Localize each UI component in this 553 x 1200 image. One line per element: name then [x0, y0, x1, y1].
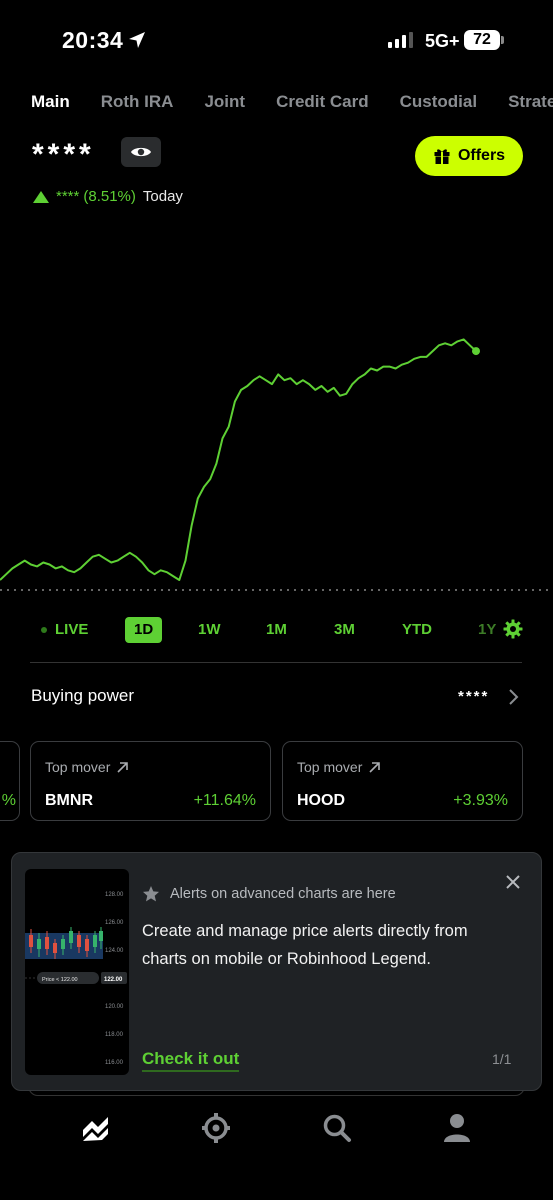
nav-investing[interactable] [76, 1108, 116, 1148]
banner-body: Create and manage price alerts directly … [142, 922, 468, 968]
change-amount: **** [56, 188, 80, 205]
battery-icon: 72 [464, 30, 500, 50]
alerts-promo-banner[interactable]: 128.00 126.00 124.00 120.00 118.00 116.0… [11, 852, 542, 1091]
range-live[interactable]: LIVE [55, 617, 88, 643]
close-icon[interactable] [504, 873, 522, 891]
gift-icon [434, 149, 450, 164]
tab-credit-card[interactable]: Credit Card [276, 92, 369, 112]
account-tabs: Main Roth IRA Joint Credit Card Custodia… [31, 92, 553, 112]
nav-search[interactable] [317, 1108, 357, 1148]
star-icon [143, 886, 159, 902]
tab-custodial[interactable]: Custodial [400, 92, 477, 112]
time-range-selector: LIVE 1D 1W 1M 3M YTD 1Y [0, 617, 553, 643]
battery-cap [501, 36, 504, 44]
change-period: Today [142, 188, 183, 205]
thumb-alert-price: 122.00 [104, 977, 123, 983]
advanced-chart-preview: 128.00 126.00 124.00 120.00 118.00 116.0… [25, 892, 129, 1066]
status-time: 20:34 [62, 27, 124, 53]
offers-label: Offers [457, 147, 506, 164]
arrow-up-right-icon [369, 761, 381, 773]
nav-crypto[interactable] [196, 1108, 236, 1148]
banner-heading-text: Alerts on advanced charts are here [170, 886, 396, 902]
portfolio-chart[interactable] [0, 280, 553, 600]
thumb-price-label: 128.00 [105, 892, 124, 898]
range-ytd[interactable]: YTD [402, 617, 432, 643]
mover-heading: Top mover [45, 759, 129, 775]
chevron-right-icon[interactable] [507, 688, 519, 706]
mover-change: +3.93% [453, 792, 508, 809]
mover-symbol: HOOD [297, 792, 345, 809]
location-arrow-icon [129, 32, 145, 48]
bottom-navigation [0, 1108, 553, 1158]
thumb-price-label: 118.00 [105, 1032, 124, 1038]
banner-counter: 1/1 [492, 1051, 512, 1067]
status-bar: 20:34 5G+ 72 [0, 0, 553, 80]
range-1y[interactable]: 1Y [478, 617, 496, 643]
mover-card-hood[interactable]: Top mover HOOD +3.93% [282, 741, 523, 821]
range-1w[interactable]: 1W [198, 617, 221, 643]
account-icon [444, 1114, 470, 1142]
thumb-price-label: 116.00 [105, 1060, 124, 1066]
arrow-up-right-icon [117, 761, 129, 773]
mover-change: % [1, 792, 16, 809]
check-it-out-link[interactable]: Check it out [142, 1049, 240, 1072]
advanced-chart-thumbnail: 128.00 126.00 124.00 120.00 118.00 116.0… [25, 869, 129, 1075]
crypto-icon [202, 1113, 230, 1143]
change-percent: (8.51%) [83, 188, 136, 205]
range-3m[interactable]: 3M [334, 617, 355, 643]
nav-account[interactable] [437, 1108, 477, 1148]
mover-change: +11.64% [193, 792, 256, 809]
eye-icon [131, 147, 151, 157]
mover-heading: Top mover [297, 759, 381, 775]
mover-symbol: BMNR [45, 792, 93, 809]
thumb-price-label: 126.00 [105, 920, 124, 926]
range-1m[interactable]: 1M [266, 617, 287, 643]
thumb-price-label: 124.00 [105, 948, 124, 954]
tab-main[interactable]: Main [31, 92, 70, 112]
offers-button[interactable]: Offers [415, 136, 523, 176]
banner-heading: Alerts on advanced charts are here [142, 885, 396, 903]
mover-heading-label: Top mover [297, 759, 363, 775]
mover-card-bmnr[interactable]: Top mover BMNR +11.64% [30, 741, 271, 821]
buying-power-label[interactable]: Buying power [31, 686, 134, 706]
chart-settings-gear-icon[interactable] [503, 619, 523, 639]
mover-card-partial[interactable]: % [0, 741, 20, 821]
toggle-visibility-button[interactable] [121, 137, 161, 167]
range-1d[interactable]: 1D [125, 617, 163, 643]
current-price-dot [472, 347, 480, 356]
portfolio-value: **** [32, 138, 95, 171]
network-type: 5G+ [425, 31, 460, 51]
search-icon [323, 1114, 351, 1142]
triangle-up-icon [33, 190, 49, 203]
investing-icon [83, 1117, 108, 1141]
tab-roth-ira[interactable]: Roth IRA [101, 92, 174, 112]
price-line [0, 338, 477, 581]
tab-strategies[interactable]: Strateg [508, 92, 553, 112]
cellular-signal-icon [388, 32, 413, 48]
buying-power-value[interactable]: **** [458, 688, 489, 705]
mover-heading-label: Top mover [45, 759, 111, 775]
daily-change: **** (8.51%) Today [33, 188, 183, 205]
thumb-price-label: 120.00 [105, 1004, 124, 1010]
divider [30, 662, 522, 663]
tab-joint[interactable]: Joint [204, 92, 245, 112]
thumb-alert-pill: Price < 122.00 [42, 977, 78, 983]
